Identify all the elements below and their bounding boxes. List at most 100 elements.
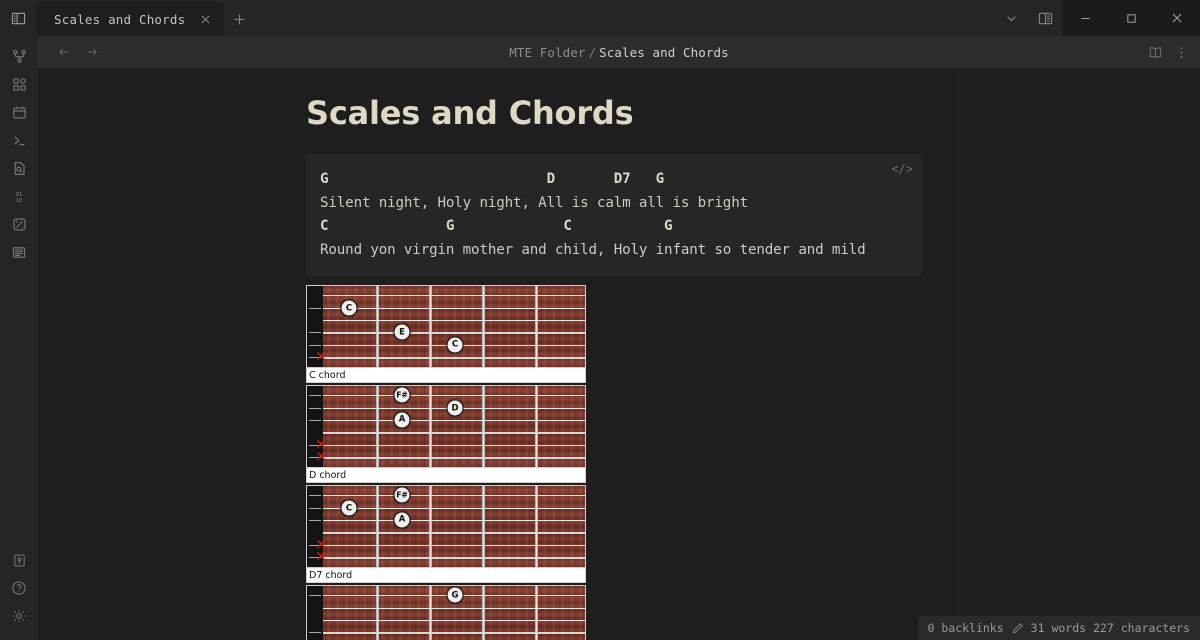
- chevron-down-icon[interactable]: [994, 0, 1028, 36]
- string-tick: [309, 595, 321, 597]
- string-line: [323, 457, 585, 460]
- string-line: [323, 608, 585, 610]
- string-line: [323, 532, 585, 534]
- chord-caption: D7 chord: [306, 568, 586, 584]
- calendar-icon[interactable]: [0, 98, 38, 126]
- close-tab-icon[interactable]: [194, 8, 216, 30]
- split-pane-icon[interactable]: [1028, 0, 1062, 36]
- code-line: Silent night, Holy night, All is calm al…: [320, 194, 748, 211]
- fret-wire: [535, 386, 538, 468]
- fret-wire: [482, 386, 485, 468]
- activity-bar: 01 10: [0, 36, 38, 640]
- string-line: [323, 419, 585, 421]
- editor-area[interactable]: Scales and Chords </> G D D7 G Silent ni…: [38, 68, 1200, 640]
- backlinks-count[interactable]: 0 backlinks: [928, 621, 1004, 635]
- activity-bar-top: 01 10: [0, 36, 38, 266]
- code-line: G D D7 G: [320, 171, 665, 187]
- string-line: [323, 557, 585, 560]
- code-line: C G C G: [320, 218, 673, 235]
- more-options-icon[interactable]: [1168, 38, 1194, 66]
- help-icon[interactable]: [0, 574, 38, 602]
- fretboard: EBGDA✕E✕F#DA: [306, 385, 586, 469]
- fret-wire: [535, 286, 538, 368]
- activity-bar-bottom: [0, 546, 38, 640]
- code-block-icon[interactable]: </>: [891, 162, 913, 176]
- string-tick: [309, 308, 321, 310]
- code-line: Round yon virgin mother and child, Holy …: [320, 241, 866, 258]
- muted-string-marker: ✕: [315, 449, 327, 466]
- new-tab-icon[interactable]: [224, 2, 254, 36]
- widgets-icon[interactable]: [0, 70, 38, 98]
- chord-caption: C chord: [306, 368, 586, 384]
- terminal-icon[interactable]: [0, 126, 38, 154]
- git-branch-icon[interactable]: [0, 42, 38, 70]
- breadcrumb-parent[interactable]: MTE Folder: [509, 45, 585, 60]
- note-marker: F#: [393, 386, 411, 404]
- note-marker: C: [340, 499, 358, 517]
- breadcrumb: MTE Folder / Scales and Chords: [38, 45, 1200, 60]
- note-marker: E: [393, 323, 411, 341]
- string-line: [323, 432, 585, 434]
- file-search-icon[interactable]: [0, 154, 38, 182]
- note-marker: C: [446, 336, 464, 354]
- window-controls: [1062, 0, 1200, 36]
- binary-icon[interactable]: 01 10: [0, 182, 38, 210]
- page-title: Scales and Chords: [306, 94, 634, 132]
- close-button[interactable]: [1154, 0, 1200, 36]
- fret-wire: [376, 286, 379, 368]
- breadcrumb-separator: /: [588, 44, 597, 60]
- chord-caption: D chord: [306, 468, 586, 484]
- string-line: [323, 319, 585, 321]
- fret-wire: [482, 286, 485, 368]
- string-line: [323, 357, 585, 360]
- fret-wire: [376, 386, 379, 468]
- pencil-icon[interactable]: [1011, 622, 1024, 635]
- chord-diagram[interactable]: EBGDA✕E✕F#CAD7 chord: [306, 485, 586, 584]
- back-arrow-icon[interactable]: [50, 38, 78, 66]
- dice-icon[interactable]: [0, 210, 38, 238]
- key-icon[interactable]: [0, 546, 38, 574]
- fret-wire: [429, 286, 432, 368]
- document-content: Scales and Chords </> G D D7 G Silent ni…: [38, 68, 923, 640]
- settings-icon[interactable]: [0, 602, 38, 630]
- forward-arrow-icon[interactable]: [78, 38, 106, 66]
- code-block[interactable]: </> G D D7 G Silent night, Holy night, A…: [306, 154, 923, 277]
- fret-wire: [429, 386, 432, 468]
- string-line: [323, 308, 585, 310]
- string-tick: [309, 332, 321, 334]
- string-line: [323, 632, 585, 634]
- navigation-arrows: [50, 38, 106, 66]
- fretboard: EBGDA✕E✕F#CA: [306, 485, 586, 569]
- string-line: [323, 544, 585, 547]
- string-line: [323, 619, 585, 621]
- lines-icon[interactable]: [0, 238, 38, 266]
- string-tick: [309, 632, 321, 634]
- string-line: [323, 444, 585, 447]
- chord-diagram[interactable]: EBGDAEGG chord: [306, 585, 586, 640]
- string-line: [323, 508, 585, 510]
- string-line: [323, 395, 585, 397]
- string-tick: [309, 508, 321, 510]
- string-tick: [309, 519, 321, 521]
- fret-wire: [376, 486, 379, 568]
- fretboard: EBGDAEG: [306, 585, 586, 640]
- chord-diagram[interactable]: EBGDAE✕CECC chord: [306, 285, 586, 384]
- note-marker: D: [446, 399, 464, 417]
- minimize-button[interactable]: [1062, 0, 1108, 36]
- muted-string-marker: ✕: [315, 549, 327, 566]
- string-line: [323, 295, 585, 297]
- note-marker: A: [393, 411, 411, 429]
- string-line: [323, 519, 585, 521]
- header-actions: [1142, 38, 1200, 66]
- reading-mode-icon[interactable]: [1142, 38, 1168, 66]
- titlebar-right-group: [994, 0, 1200, 36]
- fret-wire: [429, 486, 432, 568]
- title-bar: Scales and Chords: [0, 0, 1200, 36]
- string-tick: [309, 395, 321, 397]
- sidebar-toggle-icon[interactable]: [0, 0, 36, 36]
- tab-scales-and-chords[interactable]: Scales and Chords: [36, 2, 224, 36]
- chord-diagram[interactable]: EBGDA✕E✕F#DAD chord: [306, 385, 586, 484]
- word-count: 31 words: [1030, 621, 1087, 635]
- maximize-button[interactable]: [1108, 0, 1154, 36]
- string-line: [323, 495, 585, 497]
